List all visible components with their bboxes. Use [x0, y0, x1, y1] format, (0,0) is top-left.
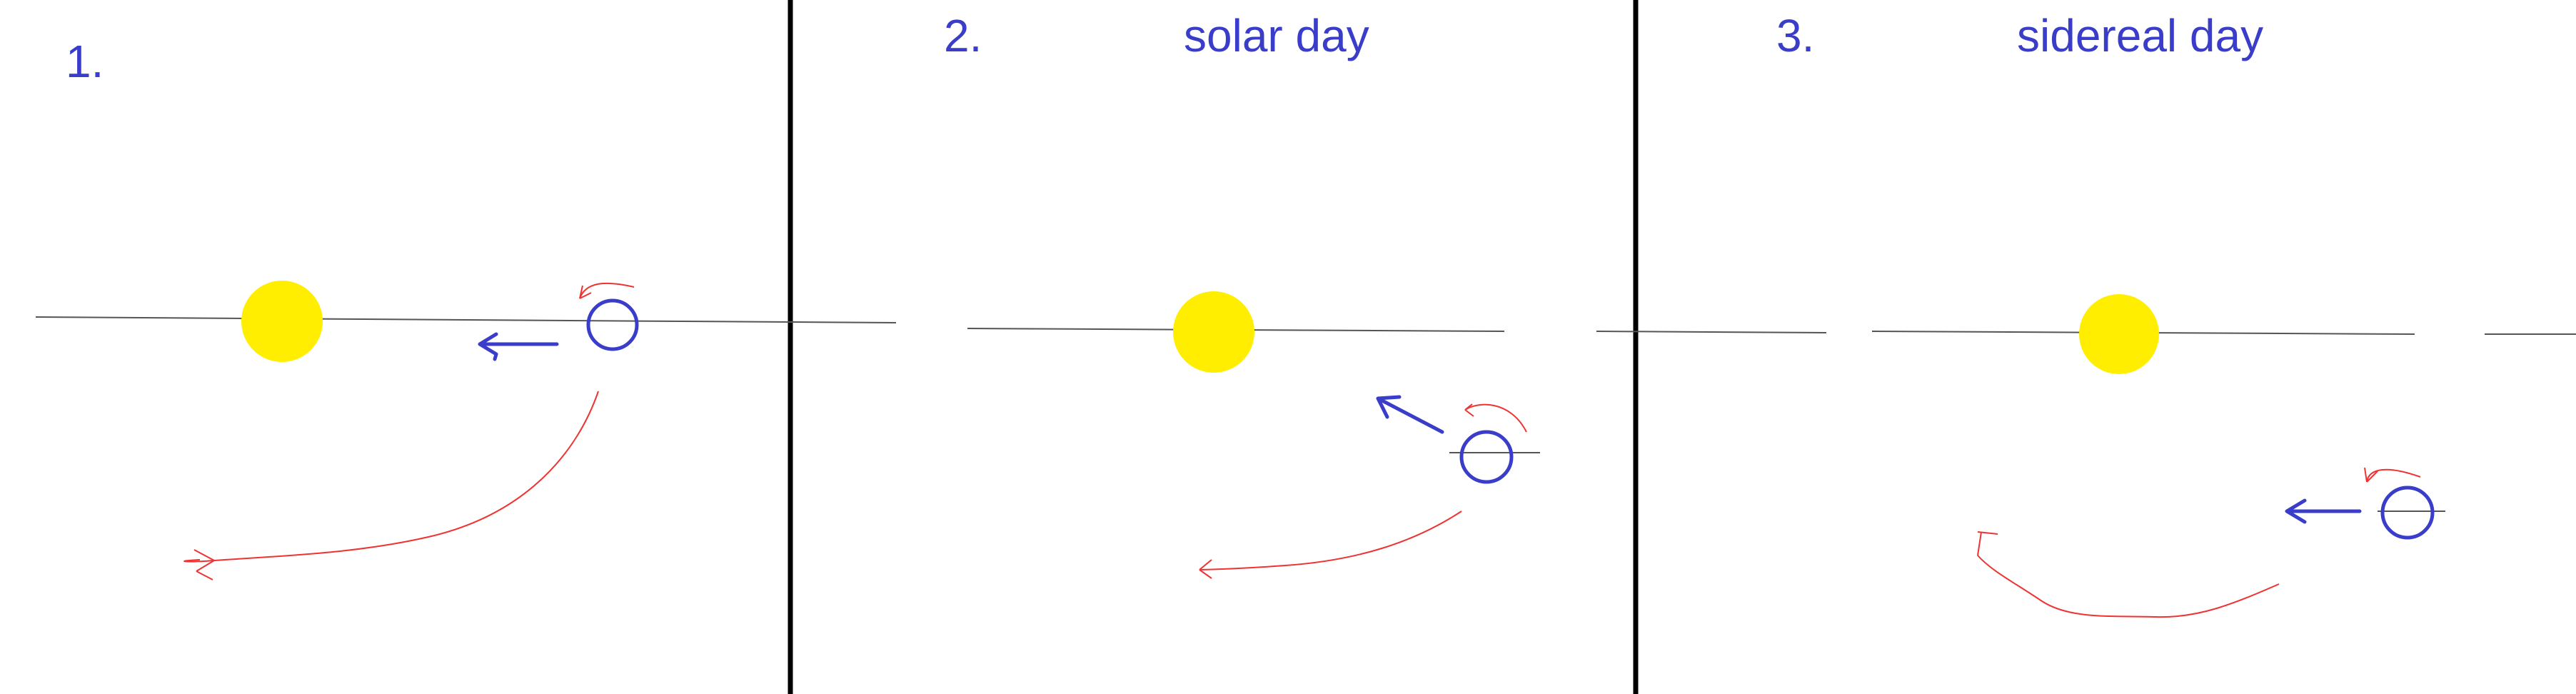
panel-1-motion-arrow	[478, 332, 559, 361]
panel-1-orbit-path-arrow	[183, 391, 599, 580]
solar-sidereal-diagram: 1. 2. solar day 3. sidereal day	[35, 0, 2576, 694]
panel-1-number: 1.	[66, 36, 104, 87]
panel-3-number: 3.	[1776, 10, 1814, 61]
panel-3-motion-arrow	[2285, 498, 2362, 524]
panel-2-title: solar day	[1184, 10, 1369, 61]
panel-3-earth	[2380, 486, 2435, 540]
panel-2-motion-arrow	[1376, 395, 1444, 434]
panel-1-orbit-line	[35, 316, 897, 323]
panel-1-earth-rotation-arrow	[579, 282, 635, 299]
panel-3-orbit-path-arrow	[1977, 531, 2280, 618]
panel-3-sun	[2079, 294, 2159, 374]
panel-2-earth-rotation-arrow	[1464, 403, 1527, 433]
panel-2-number: 2.	[944, 10, 982, 61]
panel-2-orbit-path-arrow	[1199, 511, 1462, 579]
panel-2-sun	[1173, 291, 1254, 373]
panel-2-earth	[1459, 430, 1514, 484]
panel-3-title: sidereal day	[2017, 10, 2263, 61]
panel-3-orbit-line-left	[1596, 331, 1827, 333]
panel-1-earth	[586, 298, 639, 351]
panel-3-earth-rotation-arrow	[2366, 468, 2421, 483]
panel-1-sun	[241, 281, 323, 362]
